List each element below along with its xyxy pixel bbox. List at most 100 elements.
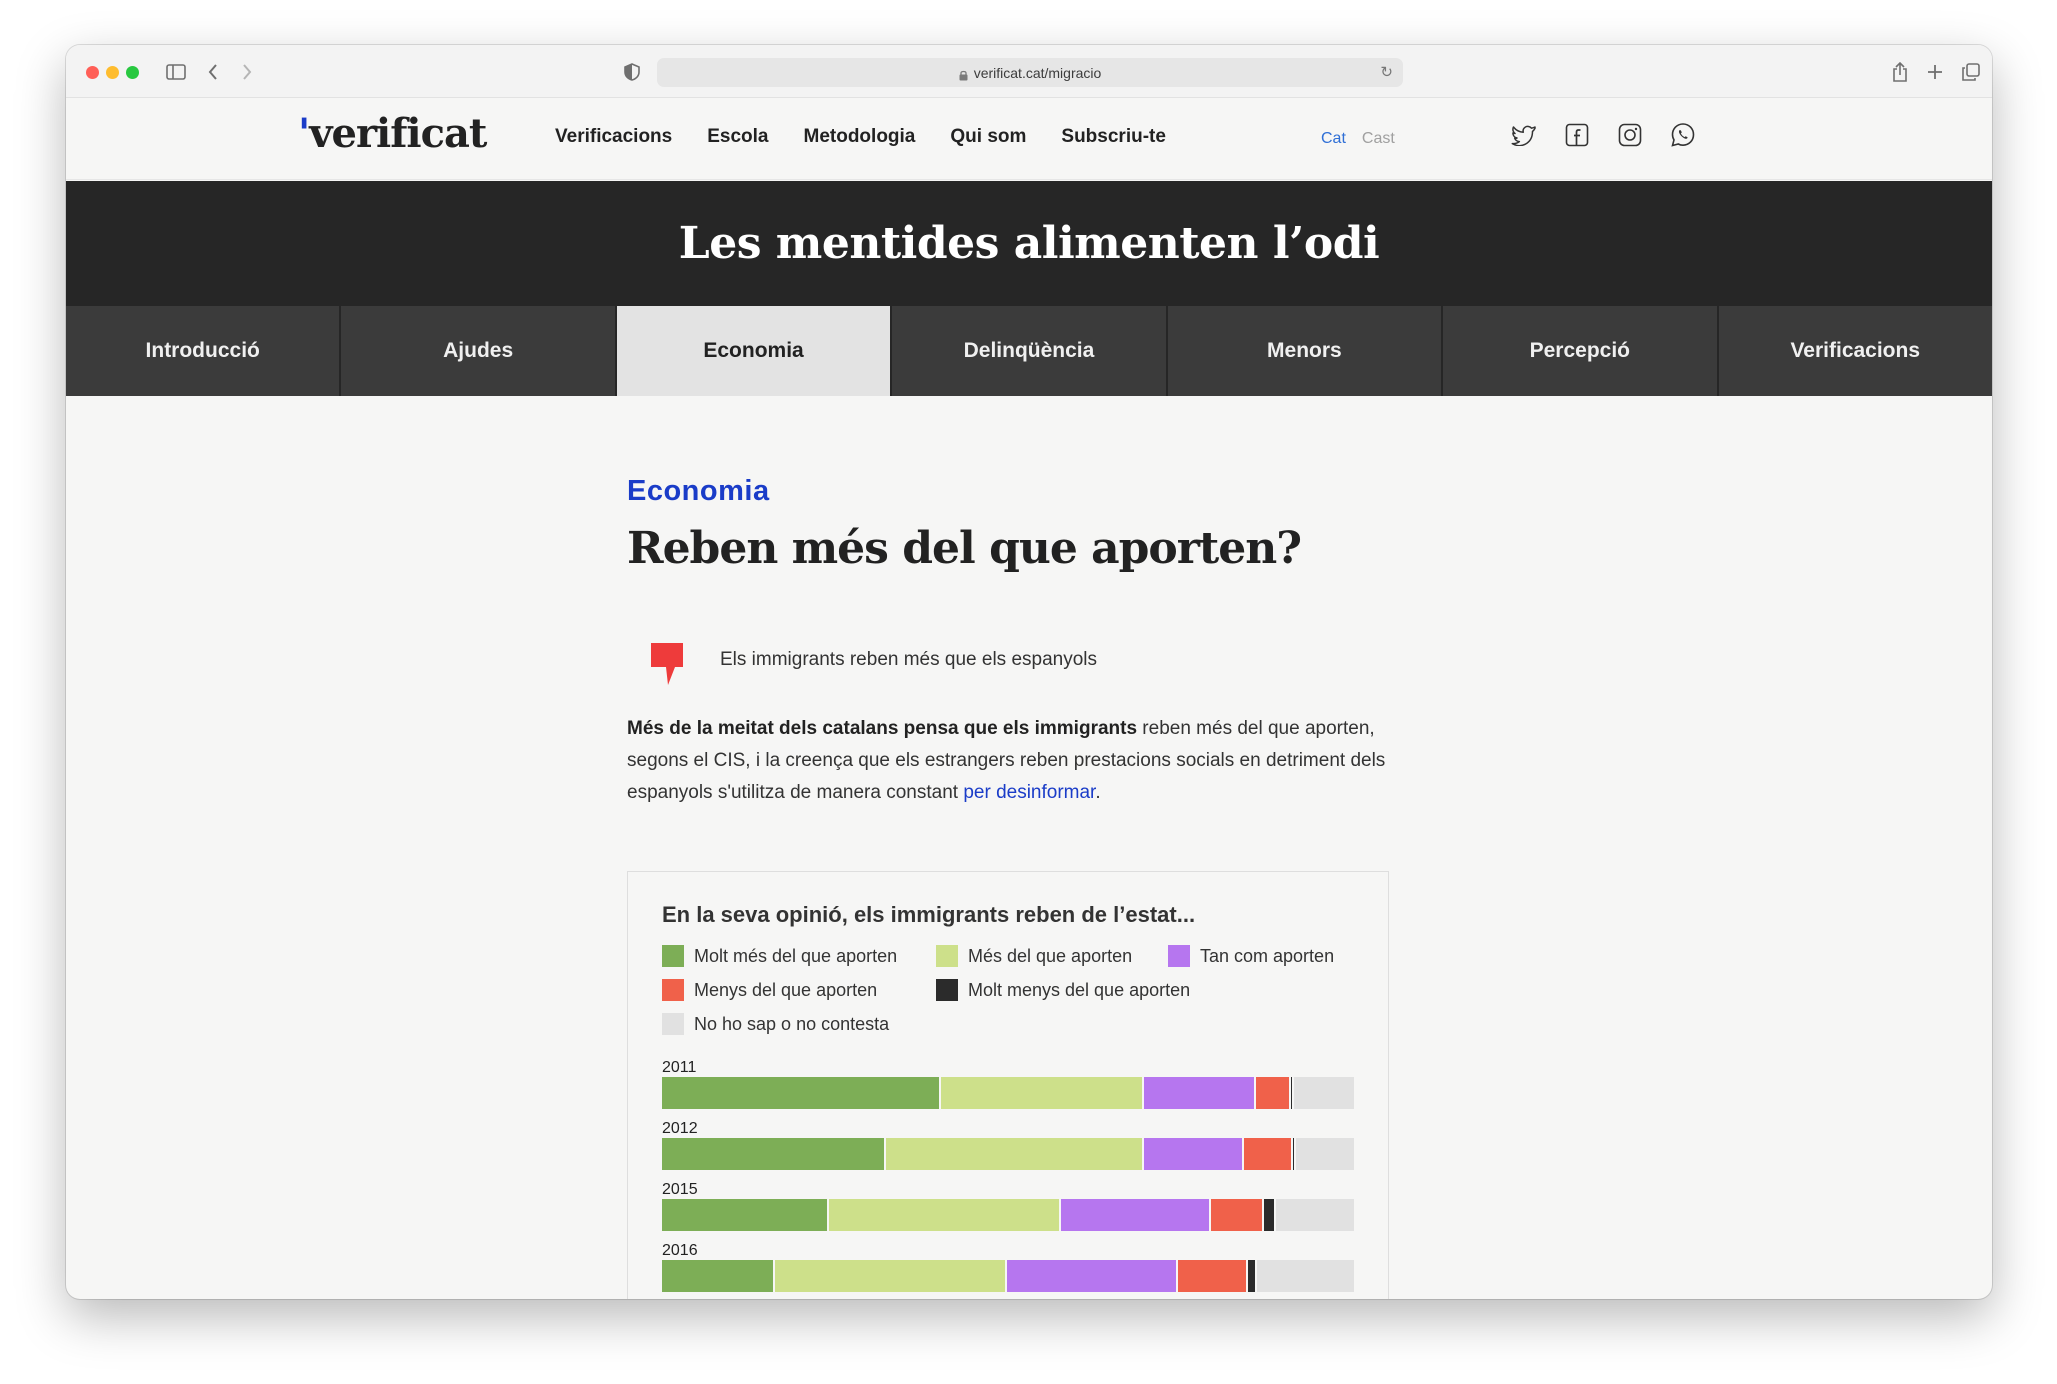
lang-cast[interactable]: Cast xyxy=(1362,130,1395,147)
tab-overview-icon[interactable] xyxy=(1959,59,1983,85)
opinion-chart: En la seva opinió, els immigrants reben … xyxy=(627,871,1389,1299)
tab-economia[interactable]: Economia xyxy=(616,306,893,396)
instagram-icon[interactable] xyxy=(1617,122,1643,148)
bar-segment xyxy=(662,1138,887,1170)
whatsapp-icon[interactable] xyxy=(1670,122,1696,148)
bar-segment xyxy=(662,1260,776,1292)
legend-item-ns-nc: No ho sap o no contesta xyxy=(662,1013,889,1035)
legend-label: Més del que aporten xyxy=(968,945,1133,966)
bar-segment xyxy=(1257,1260,1354,1292)
reload-icon[interactable]: ↻ xyxy=(1380,63,1393,81)
lock-icon xyxy=(959,68,968,80)
new-tab-icon[interactable] xyxy=(1923,59,1947,85)
nav-item-verificacions[interactable]: Verificacions xyxy=(555,126,672,148)
bar-segment xyxy=(1256,1077,1291,1109)
bar-segment xyxy=(1294,1077,1354,1109)
bar-segment xyxy=(1275,1199,1354,1231)
bar-segment xyxy=(829,1199,1062,1231)
section-tabs: Introducció Ajudes Economia Delinqüència… xyxy=(66,306,1992,396)
legend-swatch xyxy=(662,945,684,967)
twitter-icon[interactable] xyxy=(1511,122,1537,148)
address-bar[interactable]: verificat.cat/migracio ↻ xyxy=(657,58,1403,87)
bar-segment xyxy=(1178,1260,1249,1292)
year-label: 2012 xyxy=(662,1120,698,1137)
close-window-button[interactable] xyxy=(86,66,99,79)
legend-swatch xyxy=(662,1013,684,1035)
article-paragraph: Més de la meitat dels catalans pensa que… xyxy=(627,713,1417,809)
legend-item-molt-menys: Molt menys del que aporten xyxy=(936,979,1190,1001)
bar-segment xyxy=(1061,1199,1212,1231)
tab-ajudes[interactable]: Ajudes xyxy=(341,306,617,396)
legend-label: No ho sap o no contesta xyxy=(694,1013,890,1034)
desinformar-link[interactable]: per desinformar xyxy=(963,782,1095,803)
section-banner: Les mentides alimenten l’odi xyxy=(66,181,1992,306)
language-switch: Cat Cast xyxy=(1321,130,1395,148)
bar-segment xyxy=(940,1077,1144,1109)
legend-item-menys: Menys del que aporten xyxy=(662,979,877,1001)
bar-row xyxy=(662,1199,1354,1231)
legend-item-molt-mes: Molt més del que aporten xyxy=(662,945,897,967)
legend-item-tan-com: Tan com aporten xyxy=(1168,945,1334,967)
year-label: 2015 xyxy=(662,1181,698,1198)
nav-item-escola[interactable]: Escola xyxy=(707,126,768,148)
tab-introduccio[interactable]: Introducció xyxy=(66,306,342,396)
forward-icon[interactable] xyxy=(236,59,258,85)
bar-segment xyxy=(662,1077,941,1109)
nav-item-metodologia[interactable]: Metodologia xyxy=(804,126,916,148)
legend-label: Molt menys del que aporten xyxy=(968,979,1191,1000)
nav-item-subscriu-te[interactable]: Subscriu-te xyxy=(1061,126,1166,148)
legend-swatch xyxy=(936,945,958,967)
section-kicker: Economia xyxy=(627,475,770,507)
paragraph-end: . xyxy=(1095,782,1101,803)
facebook-icon[interactable] xyxy=(1564,122,1590,148)
bar-segment xyxy=(1264,1199,1276,1231)
chart-title: En la seva opinió, els immigrants reben … xyxy=(662,902,1196,927)
lang-cat[interactable]: Cat xyxy=(1321,130,1346,147)
legend-label: Menys del que aporten xyxy=(694,979,878,1000)
bar-segment xyxy=(662,1199,830,1231)
bar-segment xyxy=(1295,1138,1354,1170)
logo-text: erificat xyxy=(331,110,488,157)
banner-title: Les mentides alimenten l’odi xyxy=(678,218,1380,269)
bar-row xyxy=(662,1077,1354,1109)
legend-label: Molt més del que aporten xyxy=(694,945,898,966)
bar-row xyxy=(662,1138,1354,1170)
browser-titlebar: verificat.cat/migracio ↻ xyxy=(66,45,1992,98)
year-label: 2016 xyxy=(662,1242,698,1259)
bar-segment xyxy=(775,1260,1008,1292)
url-text: verificat.cat/migracio xyxy=(973,64,1102,81)
sidebar-toggle-icon[interactable] xyxy=(163,59,189,85)
privacy-shield-icon[interactable] xyxy=(621,59,643,85)
claim-text: Els immigrants reben més que els espanyo… xyxy=(720,649,1098,670)
thumbs-down-claim-icon xyxy=(650,642,684,686)
legend-swatch xyxy=(1168,945,1190,967)
site-header: 'verificat Verificacions Escola Metodolo… xyxy=(66,98,1992,180)
bar-segment xyxy=(1143,1077,1257,1109)
browser-window: verificat.cat/migracio ↻ 'verificat Veri… xyxy=(66,45,1992,1299)
main-nav: Verificacions Escola Metodologia Qui som… xyxy=(555,126,1201,148)
bar-segment xyxy=(1243,1138,1294,1170)
nav-item-qui-som[interactable]: Qui som xyxy=(950,126,1026,148)
article-headline: Reben més del que aporten? xyxy=(627,523,1302,574)
bar-segment xyxy=(1144,1138,1244,1170)
legend-item-mes: Més del que aporten xyxy=(936,945,1132,967)
bar-segment xyxy=(886,1138,1145,1170)
zoom-window-button[interactable] xyxy=(126,66,139,79)
legend-label: Tan com aporten xyxy=(1200,945,1335,966)
verificat-logo[interactable]: 'verificat xyxy=(298,110,488,157)
bar-row xyxy=(662,1260,1354,1292)
year-label: 2011 xyxy=(662,1059,697,1076)
minimize-window-button[interactable] xyxy=(106,66,119,79)
logo-tick-mark: ' xyxy=(298,110,310,157)
bar-segment xyxy=(1248,1260,1258,1292)
share-icon[interactable] xyxy=(1888,59,1912,85)
legend-swatch xyxy=(936,979,958,1001)
tab-percepcio[interactable]: Percepció xyxy=(1443,306,1719,396)
bar-segment xyxy=(1007,1260,1179,1292)
tab-delinquencia[interactable]: Delinqüència xyxy=(892,306,1168,396)
logo-v: v xyxy=(309,110,332,157)
back-icon[interactable] xyxy=(202,59,224,85)
paragraph-bold: Més de la meitat dels catalans pensa que… xyxy=(627,718,1138,739)
tab-verificacions[interactable]: Verificacions xyxy=(1719,306,1992,396)
tab-menors[interactable]: Menors xyxy=(1168,306,1444,396)
